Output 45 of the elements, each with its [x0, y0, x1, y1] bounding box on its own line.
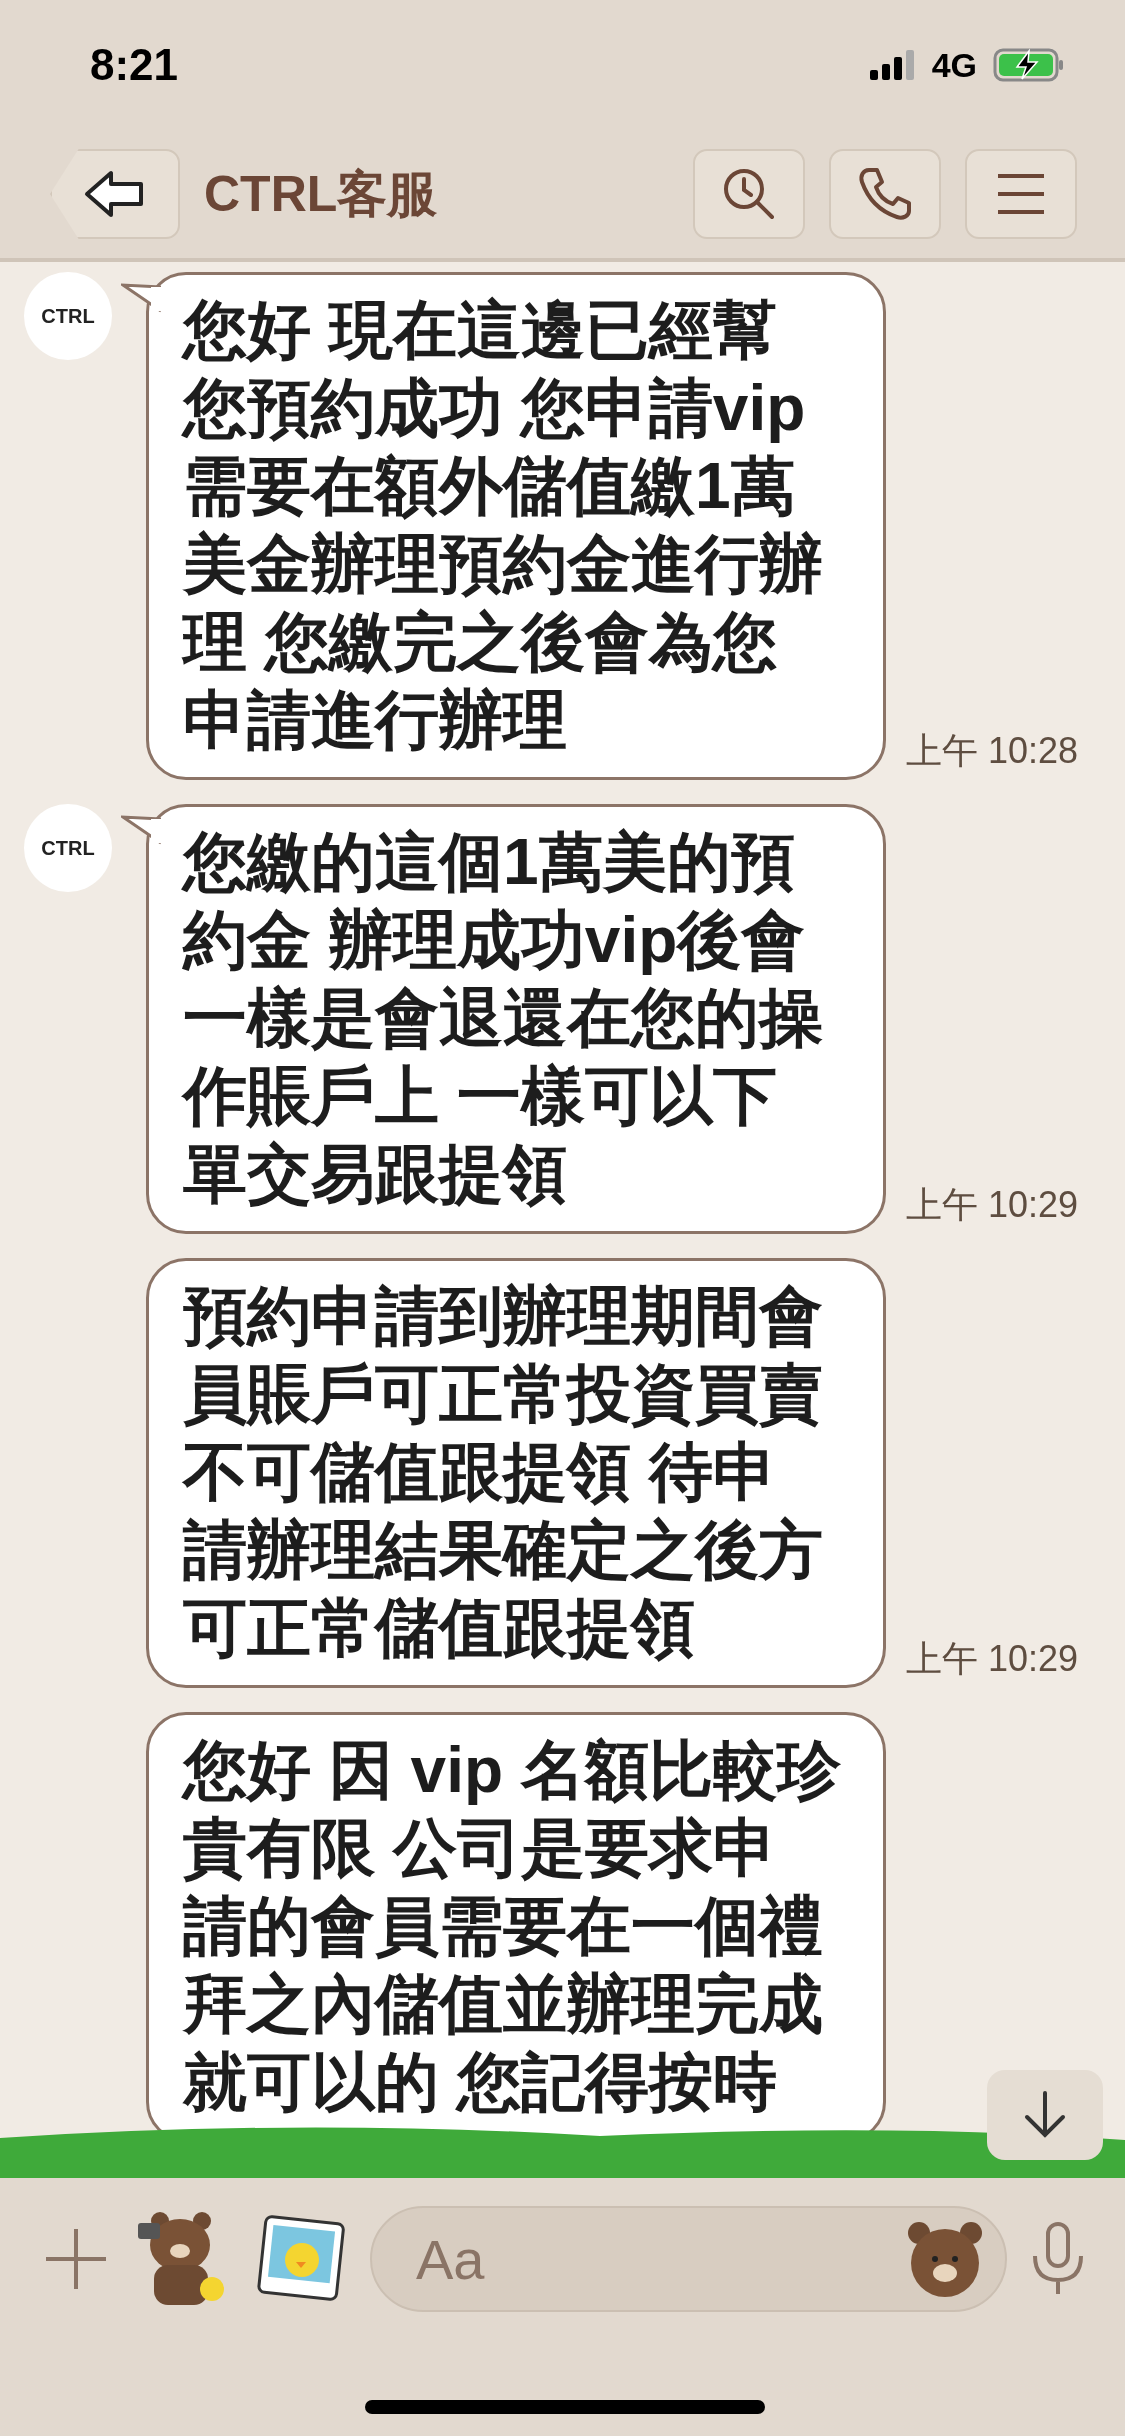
back-button[interactable] — [50, 149, 180, 239]
message-line: 不可儲值跟提領 待申 — [183, 1435, 777, 1510]
signal-icon — [869, 50, 916, 80]
avatar[interactable]: CTRL — [24, 804, 112, 892]
message-line: 請辦理結果確定之後方 — [183, 1513, 823, 1588]
message-time: 上午 10:29 — [906, 1637, 1079, 1681]
message-line: 您預約成功 您申請vip — [183, 371, 806, 446]
message-input-field[interactable]: Aa — [370, 2206, 1007, 2312]
message-line: 就可以的 您記得按時 — [183, 2045, 777, 2120]
message-line: 單交易跟提領 — [183, 1137, 567, 1212]
scroll-down-button[interactable] — [987, 2070, 1103, 2160]
message-line: 您好 現在這邊已經幫 — [183, 293, 777, 368]
search-button[interactable] — [693, 149, 805, 239]
menu-icon — [996, 172, 1046, 216]
message-line: 作賬戶上 一樣可以下 — [183, 1059, 777, 1134]
battery-charging-icon — [993, 48, 1065, 82]
message-time: 上午 10:28 — [906, 729, 1079, 773]
message-line: 美金辦理預約金進行辦 — [183, 527, 823, 602]
plus-icon — [44, 2227, 108, 2291]
network-label: 4G — [931, 44, 977, 86]
message-line: 一樣是會退還在您的操 — [183, 981, 823, 1056]
avatar[interactable]: CTRL — [24, 272, 112, 360]
status-time: 8:21 — [90, 39, 179, 91]
message-line: 貴有限 公司是要求申 — [183, 1811, 777, 1886]
message-line: 約金 辦理成功vip後會 — [183, 903, 806, 978]
voice-button[interactable] — [1031, 2222, 1085, 2296]
call-button[interactable] — [829, 149, 941, 239]
message-line: 可正常儲值跟提領 — [183, 1591, 695, 1666]
phone-icon — [857, 166, 913, 222]
message-line: 理 您繳完之後會為您 — [183, 605, 777, 680]
microphone-icon — [1031, 2222, 1085, 2296]
message-line: 您好 因 vip 名額比較珍 — [183, 1733, 841, 1808]
chat-title: CTRL客服 — [204, 164, 438, 224]
message-time: 上午 10:29 — [906, 1183, 1079, 1227]
search-clock-icon — [721, 166, 777, 222]
message-line: 請的會員需要在一個禮 — [183, 1889, 823, 1964]
menu-button[interactable] — [965, 149, 1077, 239]
message-line: 員賬戶可正常投資買賣 — [183, 1357, 823, 1432]
message-line: 需要在額外儲值繳1萬 — [183, 449, 795, 524]
message-line: 預約申請到辦理期間會 — [183, 1279, 823, 1354]
message-line: 拜之內儲值並辦理完成 — [183, 1967, 823, 2042]
message-line: 申請進行辦理 — [183, 683, 567, 758]
down-arrow-icon — [1023, 2091, 1067, 2139]
message-line: 您繳的這個1萬美的預 — [183, 825, 795, 900]
add-button[interactable] — [44, 2227, 108, 2291]
